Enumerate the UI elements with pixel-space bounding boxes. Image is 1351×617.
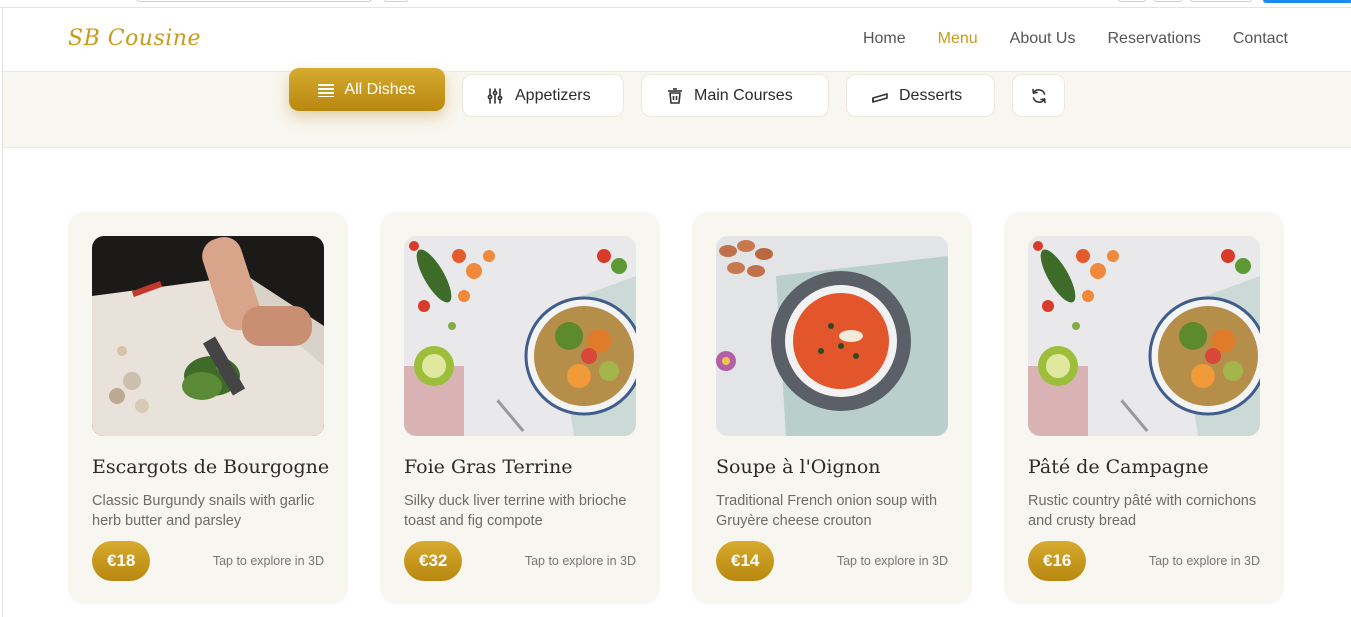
site-header: SB Cousine Home Menu About Us Reservatio… [3, 8, 1351, 72]
category-filter-bar: All Dishes Appetizers Main Courses Desse… [3, 68, 1351, 148]
filter-desserts[interactable]: Desserts [846, 74, 995, 117]
utensils-icon [487, 87, 505, 105]
dish-price: €14 [716, 541, 775, 581]
browser-address-bar[interactable] [136, 0, 372, 2]
dish-title: Pâté de Campagne [1028, 456, 1209, 478]
browser-button[interactable] [1118, 0, 1146, 2]
dish-description: Traditional French onion soup with Gruyè… [716, 493, 938, 529]
dish-price: €32 [404, 541, 463, 581]
cake-slice-icon [871, 87, 889, 105]
filter-main-courses[interactable]: Main Courses [641, 74, 829, 117]
filter-label: All Dishes [344, 80, 416, 98]
dish-description: Classic Burgundy snails with garlic herb… [92, 493, 315, 529]
refresh-icon [1030, 87, 1048, 105]
dish-card[interactable]: Pâté de Campagne Rustic country pâté wit… [1004, 212, 1284, 604]
list-icon [318, 83, 335, 97]
explore-3d-hint[interactable]: Tap to explore in 3D [837, 554, 948, 568]
browser-button[interactable] [384, 0, 408, 2]
dish-price: €16 [1028, 541, 1087, 581]
pot-icon [666, 87, 684, 105]
nav-menu[interactable]: Menu [938, 30, 978, 48]
browser-button[interactable] [1190, 0, 1252, 2]
explore-3d-hint[interactable]: Tap to explore in 3D [213, 554, 324, 568]
dish-card[interactable]: Soupe à l'Oignon Traditional French onio… [692, 212, 972, 604]
dish-description: Silky duck liver terrine with brioche to… [404, 493, 627, 529]
filter-all-dishes[interactable]: All Dishes [289, 68, 445, 111]
browser-primary-button[interactable] [1263, 0, 1351, 3]
filter-label: Desserts [899, 86, 963, 104]
nav-home[interactable]: Home [863, 30, 906, 48]
dish-card[interactable]: Escargots de Bourgogne Classic Burgundy … [68, 212, 348, 604]
dish-image [716, 236, 948, 436]
dish-card[interactable]: Foie Gras Terrine Silky duck liver terri… [380, 212, 660, 604]
main-nav: Home Menu About Us Reservations Contact [863, 30, 1288, 48]
dish-description: Rustic country pâté with cornichons and … [1028, 493, 1257, 529]
dish-price: €18 [92, 541, 151, 581]
filter-appetizers[interactable]: Appetizers [462, 74, 624, 117]
filter-label: Main Courses [694, 86, 793, 104]
site-logo[interactable]: SB Cousine [68, 26, 201, 51]
browser-toolbar-edge [0, 0, 1351, 8]
nav-about-us[interactable]: About Us [1010, 30, 1076, 48]
dish-title: Foie Gras Terrine [404, 456, 573, 478]
page: SB Cousine Home Menu About Us Reservatio… [2, 8, 1351, 617]
filter-label: Appetizers [515, 86, 591, 104]
nav-reservations[interactable]: Reservations [1107, 30, 1200, 48]
browser-button[interactable] [1154, 0, 1182, 2]
nav-contact[interactable]: Contact [1233, 30, 1288, 48]
dish-image [92, 236, 324, 436]
refresh-button[interactable] [1012, 74, 1065, 117]
explore-3d-hint[interactable]: Tap to explore in 3D [525, 554, 636, 568]
dish-title: Escargots de Bourgogne [92, 456, 330, 478]
dish-title: Soupe à l'Oignon [716, 456, 881, 478]
dish-image [1028, 236, 1260, 436]
explore-3d-hint[interactable]: Tap to explore in 3D [1149, 554, 1260, 568]
dish-image [404, 236, 636, 436]
